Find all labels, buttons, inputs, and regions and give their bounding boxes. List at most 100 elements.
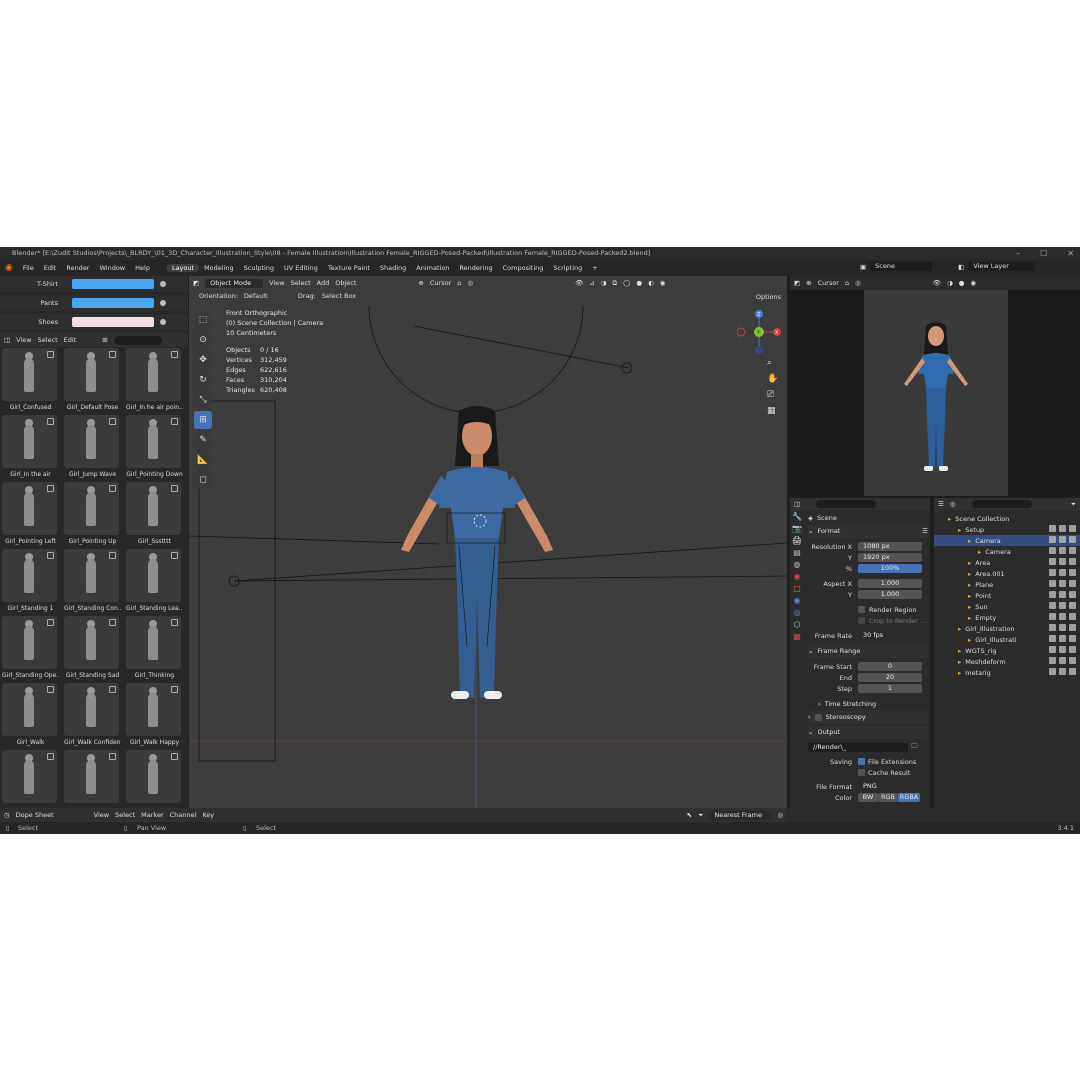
crop-checkbox[interactable] (858, 617, 865, 624)
zoom-icon[interactable]: ⌕ (767, 358, 778, 368)
dopesheet-mode-dropdown[interactable]: Dope Sheet (16, 811, 88, 819)
camera-render-icon[interactable] (1069, 569, 1076, 576)
workspace-tab-rendering[interactable]: Rendering (454, 264, 497, 272)
eye-icon[interactable] (1059, 558, 1066, 565)
editor-type-icon[interactable]: ◫ (794, 500, 800, 508)
outliner-row[interactable]: ▸ Sun (934, 601, 1080, 612)
only-selected-icon[interactable]: ⬉ (687, 811, 692, 819)
outliner-row[interactable]: ▸ Meshdeform (934, 656, 1080, 667)
asset-item[interactable]: Girl_Standing Lea... (126, 549, 183, 616)
frame-range-panel-header[interactable]: ⌄ Frame Range (808, 645, 928, 658)
stereoscopy-panel[interactable]: › Stereoscopy (808, 711, 928, 724)
outliner-row[interactable]: ▸ Setup (934, 524, 1080, 535)
select-toggle-icon[interactable] (1049, 569, 1056, 576)
outliner-row[interactable]: ▸ Plane (934, 579, 1080, 590)
resolution-y-field[interactable]: 1920 px (858, 553, 922, 562)
outliner-row[interactable]: ▸ Scene Collection (934, 513, 1080, 524)
workspace-tab-texture-paint[interactable]: Texture Paint (323, 264, 375, 272)
eye-icon[interactable] (1059, 646, 1066, 653)
pants-color-field[interactable] (72, 298, 154, 308)
outliner-row[interactable]: ▸ Girl_Illustration (934, 623, 1080, 634)
asset-item[interactable]: Girl_In the air (2, 415, 59, 482)
viewport-menu-select[interactable]: Select (291, 279, 311, 287)
camera-render-icon[interactable] (1069, 547, 1076, 554)
menu-help[interactable]: Help (130, 264, 155, 272)
snap-icon[interactable]: ⌂ (457, 279, 461, 287)
workspace-tab-animation[interactable]: Animation (411, 264, 454, 272)
annotate-tool-icon[interactable]: ✎ (194, 431, 212, 449)
outliner-row[interactable]: ▸ WGTS_rig (934, 645, 1080, 656)
asset-menu-view[interactable]: View (16, 336, 31, 344)
asset-item[interactable]: Girl_Standing 1 (2, 549, 59, 616)
resolution-percent-field[interactable]: 100% (858, 564, 922, 573)
cursor-tool-icon[interactable]: ⊙ (194, 331, 212, 349)
menu-window[interactable]: Window (94, 264, 130, 272)
workspace-tab-shading[interactable]: Shading (375, 264, 411, 272)
select-toggle-icon[interactable] (1049, 558, 1056, 565)
minimize-icon[interactable]: – (1016, 247, 1020, 260)
pan-hand-icon[interactable]: ✋ (767, 374, 778, 384)
dopesheet-menu-key[interactable]: Key (202, 811, 214, 819)
aspect-x-field[interactable]: 1.000 (858, 579, 922, 588)
tool-tab-icon[interactable]: 🔧 (792, 512, 802, 521)
camera-render-icon[interactable] (1069, 525, 1076, 532)
asset-item[interactable]: Girl_Walk Happy (126, 683, 183, 750)
eye-icon[interactable] (1059, 547, 1066, 554)
filter-icon[interactable]: ⏷ (1071, 500, 1076, 509)
tshirt-color-field[interactable] (72, 279, 154, 289)
visibility-icon[interactable]: 👁 (575, 279, 583, 287)
properties-search[interactable] (816, 500, 877, 508)
eye-icon[interactable] (1059, 580, 1066, 587)
overlay-toggle-icon[interactable]: ◑ (947, 279, 953, 287)
select-toggle-icon[interactable] (1049, 547, 1056, 554)
display-mode-icon[interactable]: ⊞ (102, 336, 107, 344)
blender-logo-icon[interactable]: ◉ (0, 263, 18, 273)
select-tool-icon[interactable]: ⬚ (194, 311, 212, 329)
camera-render-icon[interactable] (1069, 558, 1076, 565)
shading-material-icon[interactable]: ◐ (648, 279, 654, 287)
eye-icon[interactable] (1059, 525, 1066, 532)
snap-mode-dropdown[interactable]: Nearest Frame (709, 810, 772, 820)
resolution-x-field[interactable]: 1080 px (858, 542, 922, 551)
select-toggle-icon[interactable] (1049, 580, 1056, 587)
aspect-y-field[interactable]: 1.000 (858, 590, 922, 599)
eye-icon[interactable] (1059, 613, 1066, 620)
workspace-tab-compositing[interactable]: Compositing (498, 264, 549, 272)
transform-orientation-dropdown[interactable]: Cursor (430, 279, 451, 287)
output-tab-icon[interactable]: 🖨 (792, 536, 802, 545)
workspace-tab-scripting[interactable]: Scripting (548, 264, 587, 272)
camera-render-icon[interactable] (1069, 591, 1076, 598)
editor-type-icon[interactable]: ◷ (4, 811, 10, 819)
transform-pivot-icon[interactable]: ⊕ (806, 279, 811, 287)
snap-icon[interactable]: ⌂ (845, 279, 849, 287)
eye-icon[interactable] (1059, 569, 1066, 576)
stereoscopy-checkbox[interactable] (814, 714, 822, 721)
add-cube-tool-icon[interactable]: ◻ (194, 471, 212, 489)
camera-view-icon[interactable]: ⎚ (767, 390, 778, 400)
asset-item[interactable] (2, 750, 59, 817)
view-layer-tab-icon[interactable]: ▤ (793, 548, 801, 557)
editor-type-icon[interactable]: ◩ (193, 279, 199, 287)
options-dropdown[interactable]: Options (756, 293, 781, 301)
dopesheet-menu-select[interactable]: Select (115, 811, 135, 819)
outliner-row[interactable]: ▸ Camera (934, 535, 1080, 546)
eye-icon[interactable] (1059, 635, 1066, 642)
camera-render-icon[interactable] (1069, 536, 1076, 543)
scene-tab-icon[interactable]: ◍ (794, 560, 801, 569)
orientation-dropdown[interactable]: Default (244, 292, 292, 300)
select-toggle-icon[interactable] (1049, 602, 1056, 609)
asset-item[interactable]: Girl_Walk Confident (64, 683, 121, 750)
render-region-checkbox[interactable] (858, 606, 865, 613)
asset-item[interactable]: Girl_Pointing Up (64, 482, 121, 549)
proportional-edit-icon[interactable]: ◎ (777, 811, 783, 819)
object-tab-icon[interactable]: ▢ (793, 584, 801, 593)
camera-transform-dropdown[interactable]: Cursor (818, 279, 839, 287)
outliner-row[interactable]: ▸ Area (934, 557, 1080, 568)
shoes-color-field[interactable] (72, 317, 154, 327)
workspace-tab-modeling[interactable]: Modeling (199, 264, 239, 272)
maximize-icon[interactable]: ☐ (1040, 247, 1047, 260)
eye-icon[interactable] (1059, 624, 1066, 631)
color-rgb-button[interactable]: RGB (878, 793, 898, 802)
frame-end-field[interactable]: 20 (858, 673, 922, 682)
keyframe-dot-icon[interactable] (160, 319, 166, 325)
